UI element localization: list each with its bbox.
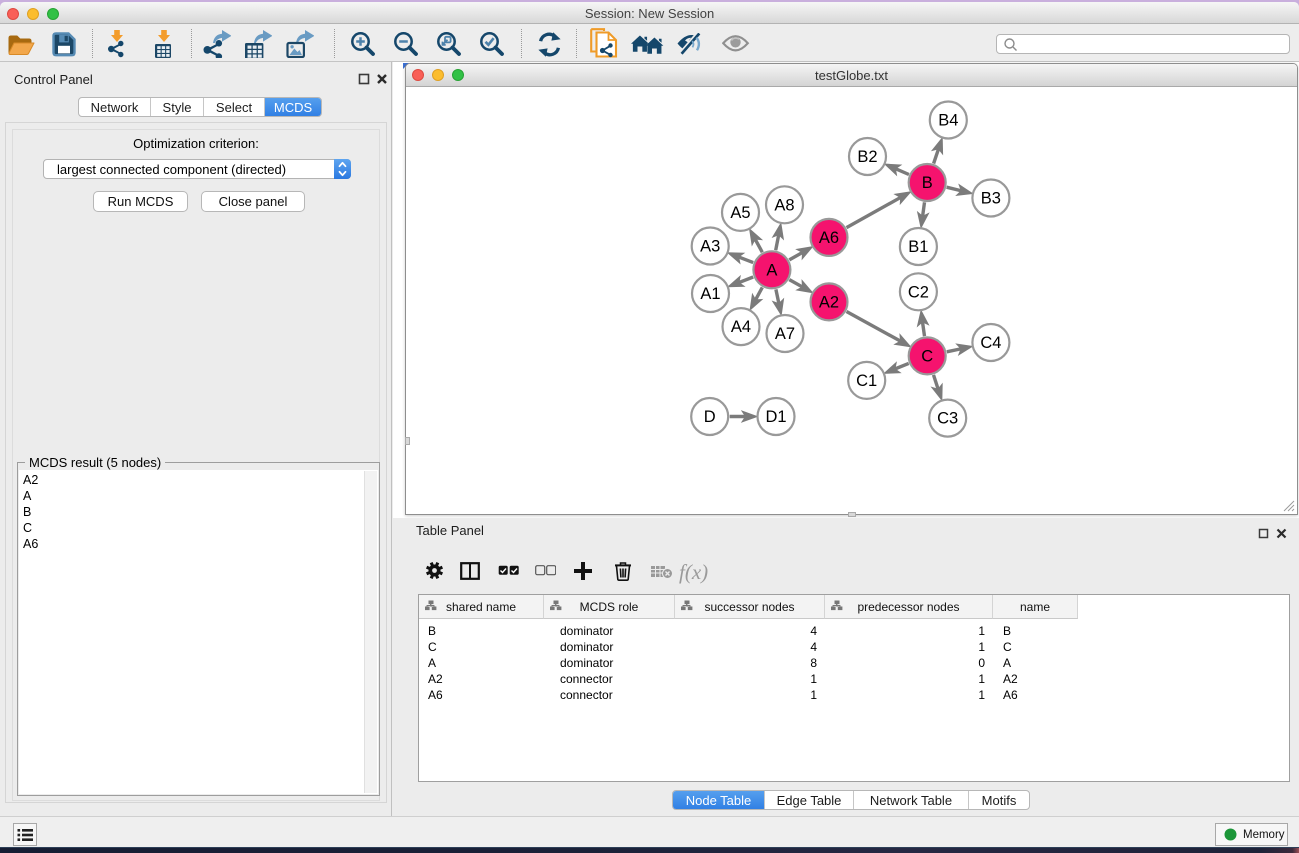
svg-text:A3: A3 [700,238,720,256]
svg-text:A: A [766,261,777,279]
svg-text:C3: C3 [937,410,958,428]
svg-text:C4: C4 [980,334,1001,352]
svg-text:B3: B3 [981,190,1001,208]
svg-text:A8: A8 [774,196,794,214]
svg-text:C1: C1 [856,372,877,390]
svg-text:A6: A6 [819,229,839,247]
svg-text:D1: D1 [765,408,786,426]
svg-text:A7: A7 [775,325,795,343]
svg-text:D: D [704,408,716,426]
svg-text:A1: A1 [700,285,720,303]
svg-text:B4: B4 [938,112,958,130]
svg-text:A4: A4 [731,318,751,336]
svg-text:B2: B2 [857,148,877,166]
svg-text:A5: A5 [730,204,750,222]
svg-text:C: C [921,348,933,366]
svg-text:A2: A2 [819,294,839,312]
svg-text:B1: B1 [908,238,928,256]
svg-text:C2: C2 [908,283,929,301]
svg-text:B: B [922,174,933,192]
